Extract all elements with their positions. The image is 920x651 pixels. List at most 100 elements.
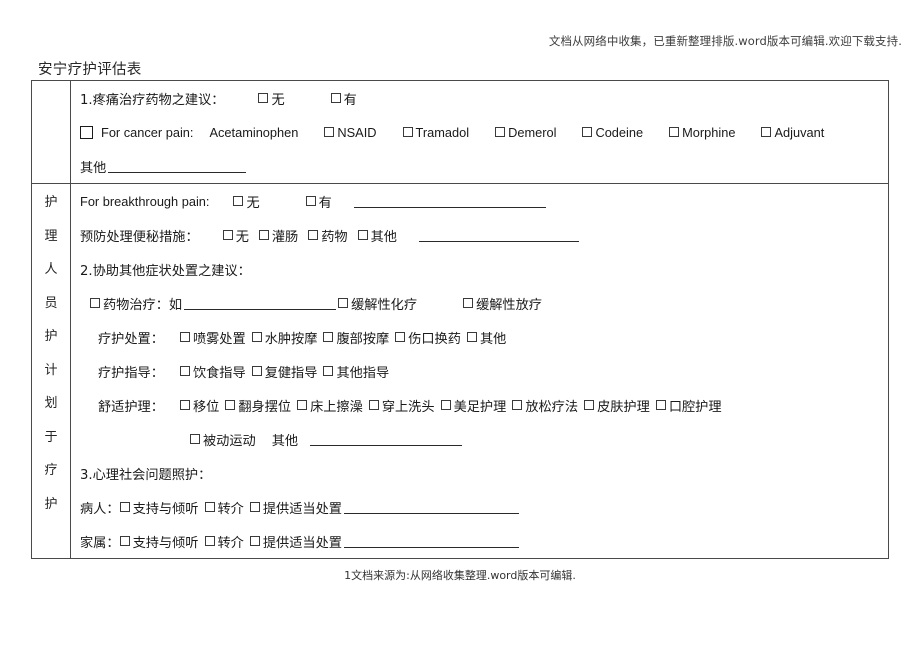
checkbox-icon[interactable] (251, 332, 262, 342)
patient-option-support-listen[interactable]: 支持与倾听 (119, 498, 199, 517)
vertical-char: 护 (44, 496, 58, 512)
care-treatment-option-nebulizer[interactable]: 喷雾处置 (179, 328, 246, 347)
constipation-option-other[interactable]: 其他 (357, 226, 397, 245)
checkbox-icon[interactable] (258, 230, 269, 240)
care-treatment-label: 疗护处置： (98, 331, 164, 347)
care-treatment-option-other[interactable]: 其他 (466, 328, 506, 347)
checkbox-icon[interactable] (233, 196, 244, 206)
row-comfort-care-continued: 被动运动 其他 (80, 422, 888, 456)
assessment-form-table: 1.疼痛治疗药物之建议： 无 有 For cancer pain: Acetam… (31, 80, 889, 559)
comfort-care-option-oral-care[interactable]: 口腔护理 (655, 396, 722, 415)
care-treatment-option-wound-dressing[interactable]: 伤口换药 (395, 328, 461, 347)
checkbox-icon[interactable] (323, 332, 334, 342)
checkbox-icon[interactable] (225, 400, 236, 410)
pain-other-input-blank[interactable] (108, 160, 247, 173)
checkbox-icon[interactable] (204, 536, 215, 546)
constipation-option-none[interactable]: 无 (222, 226, 249, 245)
breakthrough-yes-option[interactable]: 有 (305, 192, 332, 211)
palliative-radio-option[interactable]: 缓解性放疗 (463, 294, 542, 313)
checkbox-icon[interactable] (179, 366, 190, 376)
drug-option-morphine[interactable]: Morphine (669, 125, 735, 140)
checkbox-icon[interactable] (190, 434, 200, 444)
pain-med-yes-option[interactable]: 有 (330, 89, 357, 108)
checkbox-icon[interactable] (308, 230, 319, 240)
checkbox-icon[interactable] (669, 127, 680, 137)
checkbox-icon[interactable] (258, 93, 269, 103)
checkbox-icon[interactable] (249, 502, 260, 512)
row-pain-medication-advice: 1.疼痛治疗药物之建议： 无 有 (80, 81, 888, 115)
care-treatment-option-edema-massage[interactable]: 水肿按摩 (251, 328, 317, 347)
family-option-support-listen[interactable]: 支持与倾听 (119, 532, 199, 551)
drug-option-nsaid[interactable]: NSAID (324, 125, 377, 140)
checkbox-icon[interactable] (305, 196, 316, 206)
comfort-care-option-skin-care[interactable]: 皮肤护理 (584, 396, 650, 415)
constipation-option-enema[interactable]: 灌肠 (258, 226, 298, 245)
drug-therapy-input-blank[interactable] (184, 297, 337, 310)
checkbox-icon[interactable] (324, 127, 335, 137)
drug-option-codeine[interactable]: Codeine (582, 125, 643, 140)
drug-option-tramadol[interactable]: Tramadol (402, 125, 469, 140)
drug-option-adjuvant[interactable]: Adjuvant (761, 125, 824, 140)
section3-heading: 3.心理社会问题照护： (80, 467, 212, 483)
care-guidance-option-diet[interactable]: 饮食指导 (179, 362, 246, 381)
comfort-care-option-foot-care[interactable]: 美足护理 (440, 396, 506, 415)
comfort-care-option-transfer[interactable]: 移位 (179, 396, 219, 415)
comfort-care-option-turning[interactable]: 翻身摆位 (225, 396, 291, 415)
vertical-char: 护 (44, 195, 58, 210)
comfort-care-option-bed-bath[interactable]: 床上擦澡 (297, 396, 363, 415)
checkbox-icon[interactable] (402, 127, 413, 137)
family-input-blank[interactable] (344, 535, 519, 548)
drug-option-demerol[interactable]: Demerol (495, 125, 556, 140)
comfort-care-option-label: 穿上洗头 (381, 399, 435, 415)
drug-therapy-option[interactable]: 药物治疗：如 (90, 294, 182, 313)
checkbox-icon[interactable] (90, 298, 100, 308)
patient-label: 病人： (80, 501, 120, 517)
checkbox-icon[interactable] (495, 127, 506, 137)
checkbox-icon[interactable] (584, 400, 595, 410)
checkbox-icon[interactable] (368, 400, 379, 410)
breakthrough-none-option[interactable]: 无 (233, 192, 260, 211)
checkbox-icon[interactable] (761, 127, 772, 137)
checkbox-icon[interactable] (338, 298, 349, 308)
family-option-referral[interactable]: 转介 (204, 532, 244, 551)
checkbox-icon[interactable] (357, 230, 368, 240)
comfort-care-option-relaxation[interactable]: 放松疗法 (512, 396, 578, 415)
checkbox-icon[interactable] (249, 536, 260, 546)
row-comfort-care: 舒适护理： 移位 翻身摆位 床上擦澡 穿上洗头 美足护理 放松疗法 皮肤护理 口… (80, 388, 888, 422)
palliative-chemo-option[interactable]: 缓解性化疗 (338, 294, 417, 313)
checkbox-icon[interactable] (463, 298, 474, 308)
checkbox-icon[interactable] (179, 332, 190, 342)
checkbox-icon[interactable] (395, 332, 406, 342)
checkbox-icon[interactable] (323, 366, 334, 376)
patient-input-blank[interactable] (344, 501, 519, 514)
checkbox-icon[interactable] (179, 400, 190, 410)
checkbox-icon[interactable] (251, 366, 262, 376)
checkbox-icon[interactable] (119, 536, 130, 546)
checkbox-icon[interactable] (440, 400, 451, 410)
comfort-care-other-input-blank[interactable] (310, 433, 463, 446)
family-option-appropriate-treatment[interactable]: 提供适当处置 (249, 532, 342, 551)
breakthrough-input-blank[interactable] (353, 195, 546, 208)
constipation-other-input-blank[interactable] (419, 229, 579, 242)
checkbox-icon[interactable] (119, 502, 130, 512)
checkbox-icon[interactable] (466, 332, 477, 342)
checkbox-icon[interactable] (582, 127, 593, 137)
care-treatment-option-label: 喷雾处置 (192, 331, 246, 347)
checkbox-icon[interactable] (512, 400, 523, 410)
checkbox-icon[interactable] (222, 230, 233, 240)
care-guidance-option-rehab[interactable]: 复健指导 (251, 362, 317, 381)
care-treatment-option-abdominal-massage[interactable]: 腹部按摩 (323, 328, 389, 347)
checkbox-icon[interactable] (297, 400, 308, 410)
checkbox-icon[interactable] (655, 400, 666, 410)
pain-med-none-option[interactable]: 无 (258, 89, 285, 108)
constipation-option-medication[interactable]: 药物 (308, 226, 348, 245)
comfort-care-option-dressing-hairwash[interactable]: 穿上洗头 (368, 396, 435, 415)
cancer-pain-checkbox-icon[interactable] (80, 125, 93, 139)
checkbox-icon[interactable] (204, 502, 215, 512)
care-guidance-option-other[interactable]: 其他指导 (323, 362, 389, 381)
comfort-care-option-passive-exercise[interactable]: 被动运动 (190, 430, 256, 449)
pain-med-none-label: 无 (271, 92, 285, 108)
patient-option-referral[interactable]: 转介 (204, 498, 244, 517)
patient-option-appropriate-treatment[interactable]: 提供适当处置 (249, 498, 342, 517)
checkbox-icon[interactable] (330, 93, 341, 103)
